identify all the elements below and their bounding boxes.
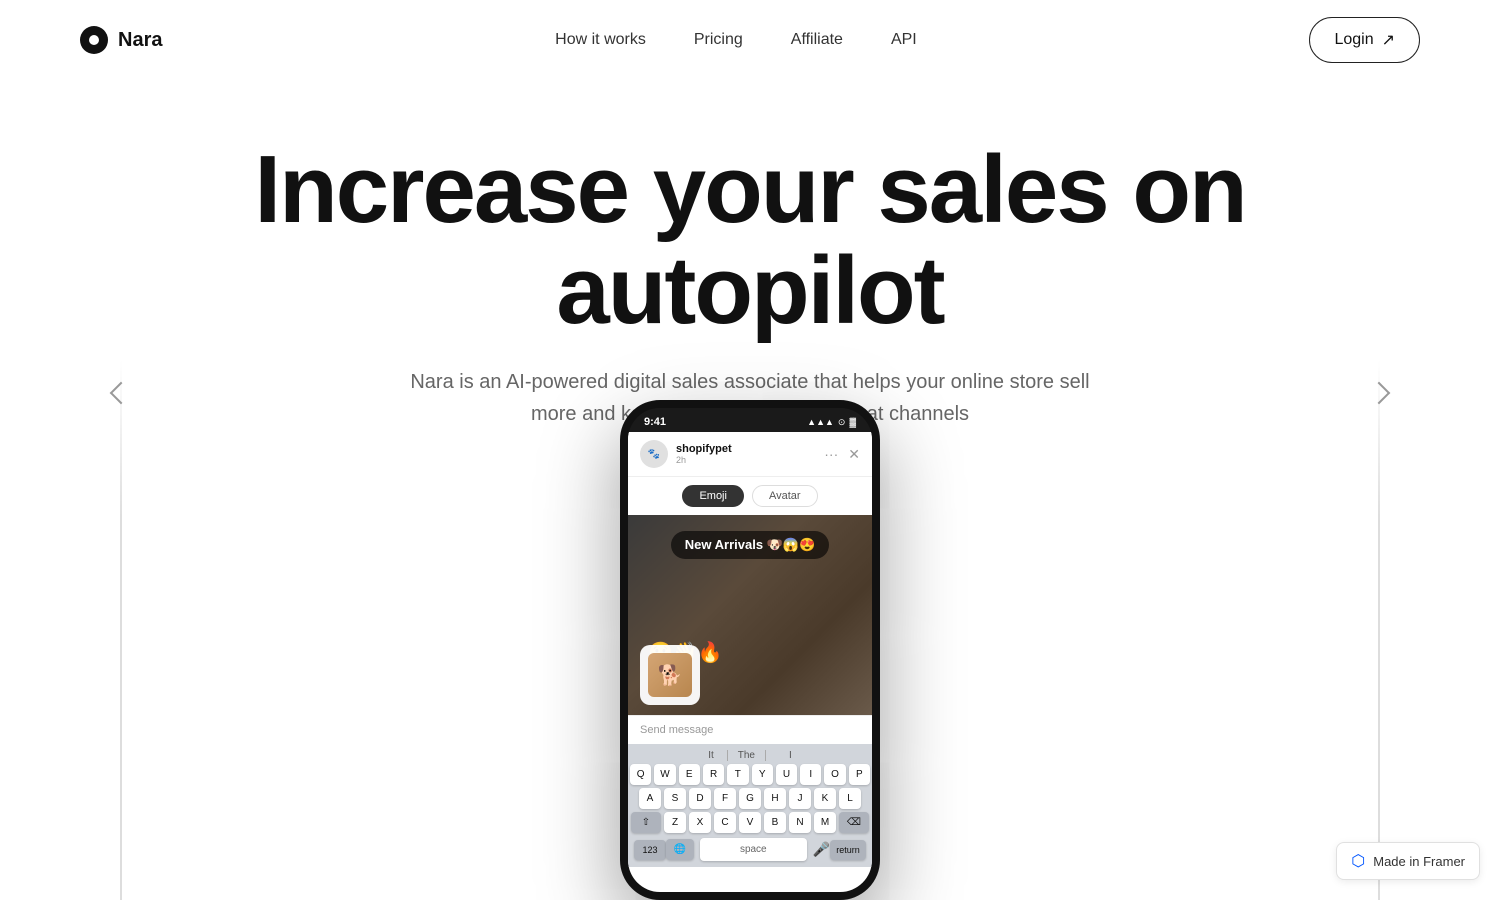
wifi-icon: ⊙ [838,417,846,428]
kb-key-j[interactable]: J [789,788,811,809]
kb-key-x[interactable]: X [689,812,711,833]
side-border-left [120,360,122,900]
tab-avatar[interactable]: Avatar [752,485,818,507]
kb-key-g[interactable]: G [739,788,761,809]
login-label: Login [1334,31,1373,49]
chat-username-area: shopifypet 2h [676,443,732,465]
login-arrow-icon: ↗ [1382,30,1395,50]
nav-how-it-works[interactable]: How it works [555,31,646,49]
logo[interactable]: Nara [80,26,162,54]
login-button[interactable]: Login ↗ [1309,17,1420,63]
side-border-right [1378,360,1380,900]
kb-key-y[interactable]: Y [752,764,773,785]
kb-key-f[interactable]: F [714,788,736,809]
keyboard-row-2: A S D F G H J K L [630,788,870,809]
phone-mockup: 9:41 ▲▲▲ ⊙ ▓ 🐾 shopifypet 2h [620,400,880,900]
framer-badge[interactable]: ⬡ Made in Framer [1336,842,1480,880]
framer-badge-text: Made in Framer [1373,854,1465,869]
status-icons: ▲▲▲ ⊙ ▓ [807,417,856,428]
tab-emoji[interactable]: Emoji [682,485,744,507]
kb-shift[interactable]: ⇧ [631,812,661,833]
kb-key-e[interactable]: E [679,764,700,785]
kb-key-k[interactable]: K [814,788,836,809]
predictive-word-2[interactable]: The [727,750,766,761]
chat-tabs: Emoji Avatar [628,477,872,515]
nav-affiliate[interactable]: Affiliate [791,31,843,49]
kb-key-u[interactable]: U [776,764,797,785]
kb-key-w[interactable]: W [654,764,675,785]
kb-key-o[interactable]: O [824,764,845,785]
story-title: New Arrivals 🐶😱😍 [671,531,829,559]
hero-title: Increase your sales on autopilot [150,140,1350,342]
kb-key-t[interactable]: T [727,764,748,785]
phone-area: 9:41 ▲▲▲ ⊙ ▓ 🐾 shopifypet 2h [620,360,880,900]
nav-api[interactable]: API [891,31,917,49]
kb-key-q[interactable]: Q [630,764,651,785]
kb-key-z[interactable]: Z [664,812,686,833]
kb-key-a[interactable]: A [639,788,661,809]
kb-key-v[interactable]: V [739,812,761,833]
kb-delete[interactable]: ⌫ [839,812,869,833]
kb-key-l[interactable]: L [839,788,861,809]
framer-logo-icon: ⬡ [1351,851,1365,871]
chat-time-ago: 2h [676,455,732,465]
keyboard-row-3: ⇧ Z X C V B N M ⌫ [630,812,870,833]
kb-key-c[interactable]: C [714,812,736,833]
more-options-icon[interactable]: ··· [824,446,838,462]
avatar-emoji: 🐾 [648,449,660,460]
logo-text: Nara [118,29,162,52]
logo-icon [80,26,108,54]
chat-header: 🐾 shopifypet 2h ··· ✕ [628,432,872,477]
navbar: Nara How it works Pricing Affiliate API … [0,0,1500,80]
battery-icon: ▓ [849,417,856,427]
keyboard: It The I Q W E R T Y U I O P [628,744,872,867]
kb-key-p[interactable]: P [849,764,870,785]
send-input[interactable]: Send message [640,724,860,736]
kb-emoji-icon[interactable]: 🌐 [666,839,694,860]
kb-numbers[interactable]: 123 [634,840,666,860]
kb-key-b[interactable]: B [764,812,786,833]
product-card: 🐕 [640,645,700,705]
chat-avatar: 🐾 [640,440,668,468]
send-message-bar[interactable]: Send message [628,715,872,744]
chat-header-actions: ··· ✕ [824,446,860,463]
keyboard-bottom-row: 123 🌐 space 🎤 return [630,836,870,863]
kb-key-d[interactable]: D [689,788,711,809]
kb-key-r[interactable]: R [703,764,724,785]
status-time: 9:41 [644,416,666,428]
product-image: 🐕 [648,653,692,697]
kb-space[interactable]: space [700,838,807,861]
kb-return[interactable]: return [830,840,866,860]
story-area: New Arrivals 🐶😱😍 😢👋🔥 🐕 [628,515,872,715]
predictive-word-1[interactable]: It [708,750,714,761]
kb-key-i[interactable]: I [800,764,821,785]
kb-key-n[interactable]: N [789,812,811,833]
chat-username: shopifypet [676,443,732,455]
phone-chat: 🐾 shopifypet 2h ··· ✕ Emoji Avatar [628,432,872,892]
kb-mic-icon[interactable]: 🎤 [813,841,830,858]
kb-key-h[interactable]: H [764,788,786,809]
signal-icon: ▲▲▲ [807,417,834,427]
keyboard-row-1: Q W E R T Y U I O P [630,764,870,785]
kb-key-s[interactable]: S [664,788,686,809]
nav-links: How it works Pricing Affiliate API [555,31,917,49]
nav-pricing[interactable]: Pricing [694,31,743,49]
predictive-row: It The I [630,750,870,761]
predictive-word-3[interactable]: I [789,750,792,761]
chat-user-info: 🐾 shopifypet 2h [640,440,732,468]
kb-key-m[interactable]: M [814,812,836,833]
phone-status-bar: 9:41 ▲▲▲ ⊙ ▓ [628,408,872,432]
close-chat-icon[interactable]: ✕ [848,446,860,463]
